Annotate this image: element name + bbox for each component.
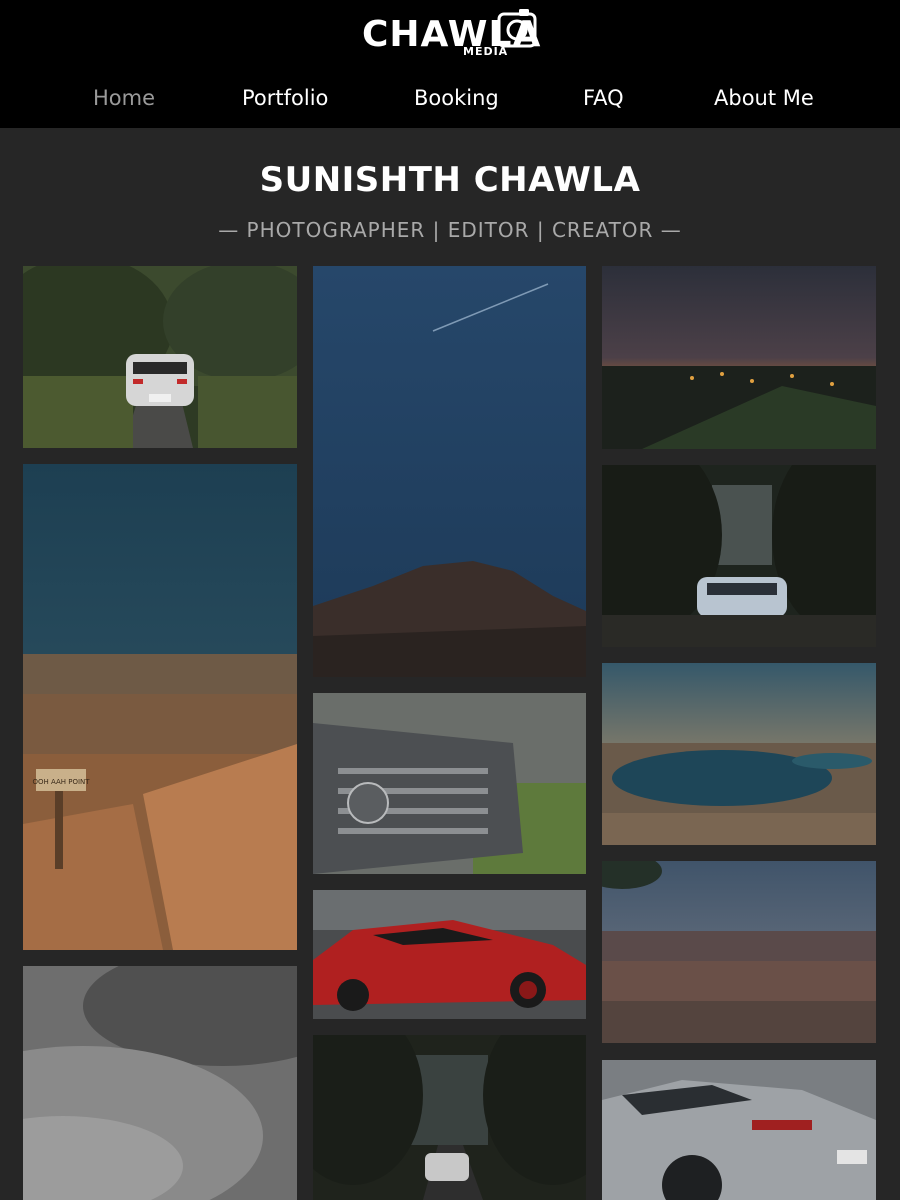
photo-image (602, 266, 876, 449)
photo-image (23, 966, 297, 1200)
photo-image (602, 465, 876, 647)
page-title: SUNISHTH CHAWLA (259, 160, 641, 200)
gallery-photo-blue-hatchback[interactable] (602, 465, 876, 647)
photo-image (313, 1035, 586, 1200)
gallery-photo-lake-dusk[interactable] (602, 663, 876, 845)
gallery-photo-bmw-coupe[interactable] (602, 1060, 876, 1200)
brand-logo[interactable]: CHAWLA MEDIA (362, 8, 540, 60)
gallery-photo-grand-canyon-sign[interactable]: OOH AAH POINT (23, 464, 297, 950)
photo-image (313, 890, 586, 1019)
camera-icon (497, 9, 537, 48)
nav-booking[interactable]: Booking (414, 80, 499, 116)
photo-image (23, 266, 297, 448)
main-nav: Home Portfolio Booking FAQ About Me (0, 80, 900, 116)
photo-image (602, 663, 876, 845)
gallery-photo-bw-car-closeup[interactable] (23, 966, 297, 1200)
nav-portfolio[interactable]: Portfolio (242, 80, 328, 116)
gallery-photo-sunset-city[interactable] (602, 266, 876, 449)
gallery-photo-white-hatchback-road[interactable] (23, 266, 297, 448)
photo-image (602, 861, 876, 1043)
gallery-photo-hatchback-forest[interactable] (313, 1035, 586, 1200)
gallery-photo-canyon-panorama[interactable] (602, 861, 876, 1043)
gallery-photo-mountain-contrail[interactable] (313, 266, 586, 677)
photo-image (313, 266, 586, 677)
nav-home[interactable]: Home (93, 80, 155, 116)
page-subtitle: — PHOTOGRAPHER | EDITOR | CREATOR — (218, 218, 682, 242)
photo-image (602, 1060, 876, 1200)
sign-text: OOH AAH POINT (32, 778, 90, 786)
photo-image: OOH AAH POINT (23, 464, 297, 950)
photo-image (313, 693, 586, 874)
gallery-photo-car-grille[interactable] (313, 693, 586, 874)
nav-about-me[interactable]: About Me (714, 80, 814, 116)
site-header: CHAWLA MEDIA Home Portfolio Booking FAQ … (0, 0, 900, 128)
gallery-photo-red-lamborghini[interactable] (313, 890, 586, 1019)
nav-faq[interactable]: FAQ (583, 80, 624, 116)
